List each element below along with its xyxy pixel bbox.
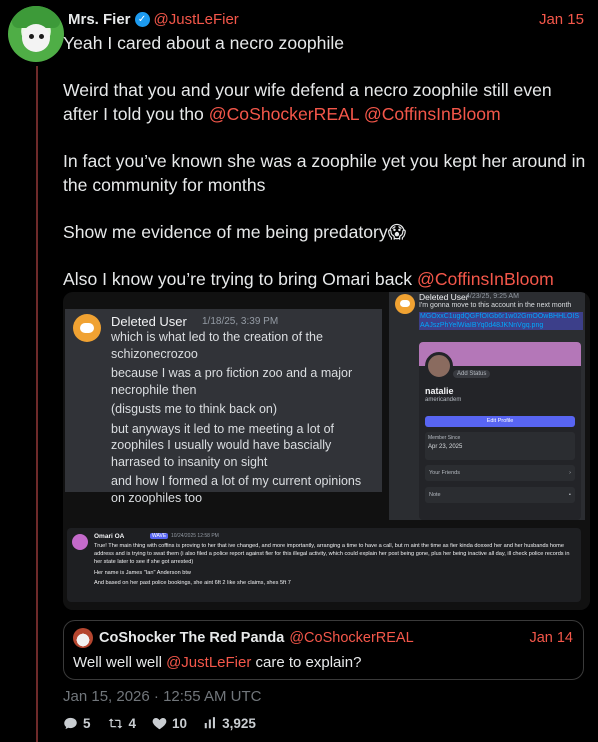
note-icon: ▪ bbox=[569, 492, 571, 498]
dm-username: Deleted User bbox=[111, 314, 187, 329]
quoted-text: care to explain? bbox=[251, 654, 362, 671]
chevron-right-icon: › bbox=[569, 470, 571, 476]
dm-line: And based on her past police bookings, s… bbox=[94, 579, 291, 586]
post-body: Yeah I cared about a necro zoophile Weir… bbox=[63, 31, 588, 314]
quoted-post-date: Jan 14 bbox=[529, 630, 573, 646]
scream-emoji-icon: 😱 bbox=[387, 222, 407, 242]
post-paragraph-3: In fact you’ve known she was a zoophile … bbox=[63, 151, 586, 195]
post-timestamp[interactable]: Jan 15, 2026 · 12:55 AM UTC bbox=[63, 688, 261, 705]
reply-button[interactable]: 5 bbox=[63, 716, 91, 731]
note-label: Note bbox=[429, 492, 441, 498]
repost-icon bbox=[108, 718, 122, 728]
quoted-post-header: CoShocker The Red Panda @CoShockerREAL J… bbox=[99, 630, 573, 646]
post-paragraph-1: Yeah I cared about a necro zoophile bbox=[63, 33, 345, 53]
note-row: Note ▪ bbox=[425, 487, 575, 503]
post-stats: 5 4 10 3,925 bbox=[63, 713, 272, 733]
post-header: Mrs. Fier ✓ @JustLeFier Jan 15 bbox=[68, 9, 584, 29]
dm-avatar bbox=[72, 534, 88, 550]
like-icon bbox=[152, 718, 167, 730]
your-friends-row: Your Friends › bbox=[425, 465, 575, 481]
media-collage[interactable]: Deleted User 1/18/25, 3:39 PM which is w… bbox=[63, 292, 590, 610]
views-button[interactable]: 3,925 bbox=[203, 716, 256, 731]
dm-timestamp: 10/24/2025 12:58 PM bbox=[171, 533, 219, 539]
discord-icon bbox=[395, 294, 415, 314]
dm-messages: True! The main thing with coffins is pro… bbox=[94, 542, 576, 589]
dm-attachment-link: MGOxxC1ugdQGFfOIGb6r1w02GmOOwBHHLOISAAJs… bbox=[419, 312, 583, 330]
paragraph-text: Also I know you’re trying to bring Omari… bbox=[63, 269, 417, 289]
discord-icon bbox=[73, 314, 101, 342]
profile-name: natalie bbox=[425, 386, 454, 396]
reply-icon bbox=[64, 717, 77, 729]
repost-count: 4 bbox=[128, 715, 137, 731]
repost-button[interactable]: 4 bbox=[107, 715, 137, 731]
dm-messages: which is what led to the creation of the… bbox=[111, 329, 376, 509]
quoted-text: Well well well bbox=[73, 654, 167, 671]
author-name[interactable]: Mrs. Fier bbox=[68, 11, 131, 28]
dm-line: True! The main thing with coffins is pro… bbox=[94, 543, 570, 566]
author-handle[interactable]: @JustLeFier bbox=[154, 11, 239, 28]
mention-coffinsinbloom[interactable]: @CoffinsInBloom bbox=[417, 269, 554, 289]
discord-screenshot-2[interactable]: Deleted User 4/23/25, 9:25 AM I'm gonna … bbox=[389, 292, 585, 521]
dm-line: Her name is James "Ian" Anderson btw bbox=[94, 569, 191, 576]
quoted-post-text: Well well well @JustLeFier care to expla… bbox=[73, 654, 361, 671]
views-icon bbox=[204, 717, 216, 729]
views-count: 3,925 bbox=[222, 715, 256, 731]
member-since-box: Member Since Apr 23, 2025 bbox=[425, 432, 575, 460]
reply-count: 5 bbox=[83, 715, 91, 731]
verified-icon: ✓ bbox=[134, 11, 150, 27]
dm-line: which is what led to the creation of the… bbox=[111, 330, 323, 361]
discord-screenshot-3[interactable]: Omari OA WAVE 10/24/2025 12:58 PM True! … bbox=[63, 520, 590, 610]
add-status-button: Add Status bbox=[453, 370, 491, 378]
dm-timestamp: 1/18/25, 3:39 PM bbox=[202, 316, 279, 327]
quoted-author-handle: @CoShockerREAL bbox=[289, 630, 414, 646]
mention-justlefier[interactable]: @JustLeFier bbox=[166, 654, 251, 671]
author-avatar[interactable] bbox=[8, 6, 64, 62]
avatar-face bbox=[22, 24, 50, 52]
dm-line: but anyways it led to me meeting a lot o… bbox=[111, 421, 335, 469]
discord-screenshot-1[interactable]: Deleted User 1/18/25, 3:39 PM which is w… bbox=[65, 309, 382, 505]
like-count: 10 bbox=[172, 715, 188, 731]
avatar-eye-right bbox=[39, 34, 44, 39]
like-button[interactable]: 10 bbox=[152, 716, 187, 731]
your-friends-label: Your Friends bbox=[429, 470, 460, 476]
post-date[interactable]: Jan 15 bbox=[539, 11, 584, 28]
post-paragraph-5: Also I know you’re trying to bring Omari… bbox=[63, 267, 588, 291]
dm-username: Deleted User bbox=[419, 292, 469, 302]
dm-line: (disgusts me to think back on) bbox=[111, 402, 278, 416]
dm-line: because I was a pro fiction zoo and a ma… bbox=[111, 366, 353, 397]
quoted-author-avatar bbox=[73, 628, 93, 648]
profile-card: Add Status natalie americandem Edit Prof… bbox=[419, 342, 581, 520]
quoted-post[interactable]: CoShocker The Red Panda @CoShockerREAL J… bbox=[63, 620, 584, 680]
thread-line bbox=[36, 66, 38, 742]
dm-message-box: Omari OA WAVE 10/24/2025 12:58 PM True! … bbox=[67, 528, 581, 602]
profile-avatar bbox=[425, 352, 453, 380]
post-paragraph-2: Weird that you and your wife defend a ne… bbox=[63, 78, 588, 126]
dm-message: I'm gonna move to this account in the ne… bbox=[419, 302, 572, 309]
dm-username: Omari OA bbox=[94, 533, 125, 540]
dm-line: and how I formed a lot of my current opi… bbox=[111, 474, 362, 505]
avatar-eye-left bbox=[29, 34, 34, 39]
paragraph-text: Show me evidence of me being predatory bbox=[63, 222, 388, 242]
mention-coffinsinbloom[interactable]: @CoffinsInBloom bbox=[364, 104, 501, 124]
post-paragraph-4: Show me evidence of me being predatory😱 bbox=[63, 220, 588, 244]
member-since-label: Member Since bbox=[428, 435, 461, 441]
dm-badge: WAVE bbox=[150, 533, 169, 539]
mention-coshocker[interactable]: @CoShockerREAL bbox=[209, 104, 359, 124]
member-since-value: Apr 23, 2025 bbox=[428, 444, 463, 450]
edit-profile-button: Edit Profile bbox=[425, 416, 575, 427]
dm-timestamp: 4/23/25, 9:25 AM bbox=[466, 293, 519, 300]
quoted-author-name: CoShocker The Red Panda bbox=[99, 630, 285, 646]
profile-tag: americandem bbox=[425, 397, 462, 403]
